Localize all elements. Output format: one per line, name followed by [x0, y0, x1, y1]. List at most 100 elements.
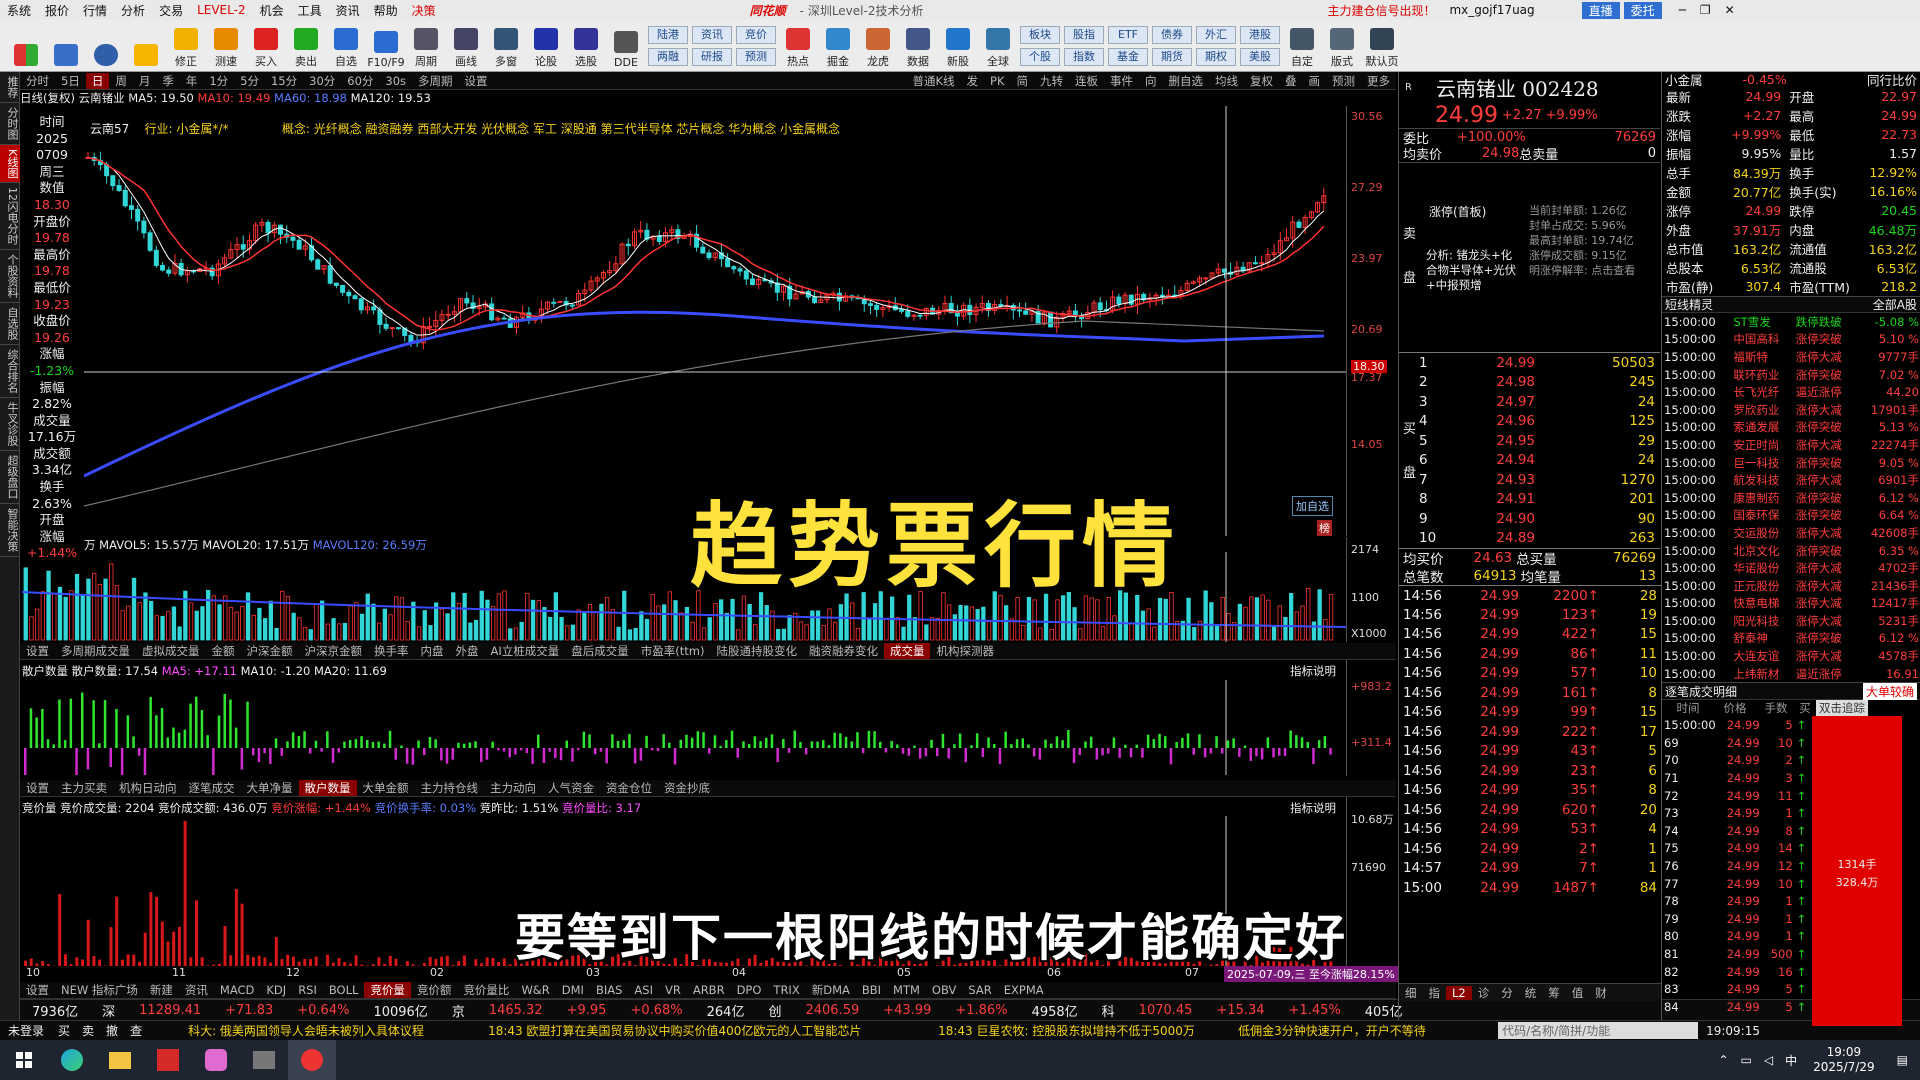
window-icon[interactable]	[240, 1040, 288, 1080]
tonghuashun-icon[interactable]	[288, 1040, 336, 1080]
quote-tab[interactable]: 值	[1566, 985, 1590, 1001]
big-order-button[interactable]: 大单较确	[1862, 682, 1917, 700]
chart-tool[interactable]: 预测	[1326, 73, 1361, 89]
news-item-1[interactable]: 科大: 俄美两国领导人会晤未被列入具体议程	[148, 1022, 478, 1039]
period-tab[interactable]: 分时	[20, 73, 55, 89]
sell-quick[interactable]: 卖	[76, 1022, 100, 1039]
news-item-3[interactable]: 18:43 巨星农牧: 控股股东拟增持不低于5000万	[938, 1022, 1238, 1039]
chart-tool[interactable]: 向	[1139, 73, 1163, 89]
buy-level[interactable]: 6 24.94 24	[1417, 451, 1657, 471]
menu-item[interactable]: 决策	[405, 2, 443, 19]
indicator-tab[interactable]: 设置	[20, 780, 55, 796]
volume-icon[interactable]: ◁	[1758, 1053, 1779, 1067]
buy-level[interactable]: 5 24.95 29	[1417, 431, 1657, 451]
indicator-tab[interactable]: MTM	[887, 983, 926, 997]
sprite-row[interactable]: 15:00:00 长飞光纤 逼近涨停 44.20	[1662, 383, 1920, 401]
indicator-tab[interactable]: 主力买卖	[55, 780, 113, 796]
taskbar-clock[interactable]: 19:09 2025/7/29	[1803, 1045, 1885, 1075]
folder-icon[interactable]	[96, 1040, 144, 1080]
sprite-row[interactable]: 15:00:00 舒泰神 涨停突破 6.12 %	[1662, 630, 1920, 648]
toolbar-button[interactable]: 多窗	[486, 21, 526, 71]
indicator-tab[interactable]: 盘后成交量	[565, 643, 635, 659]
restore-icon[interactable]: ❐	[1693, 3, 1718, 17]
indicator-tab[interactable]: 成交量	[883, 643, 931, 659]
indicator-tab[interactable]: 机构日动向	[113, 780, 183, 796]
chart-tool[interactable]: 事件	[1104, 73, 1139, 89]
sprite-row[interactable]: 15:00:00 中国高科 涨停突破 5.10 %	[1662, 331, 1920, 349]
query-quick[interactable]: 查	[124, 1022, 148, 1039]
edge-icon[interactable]	[48, 1040, 96, 1080]
minimize-icon[interactable]: ─	[1672, 3, 1693, 17]
indicator-tab[interactable]: 人气资金	[542, 780, 600, 796]
sprite-row[interactable]: 15:00:00 联环药业 涨停突破 7.02 %	[1662, 366, 1920, 384]
indicator-tab[interactable]: 新DMA	[806, 982, 856, 998]
left-nav-item[interactable]: 智能决策	[0, 504, 20, 558]
sprite-row[interactable]: 15:00:00 北京文化 涨停突破 6.35 %	[1662, 542, 1920, 560]
toolbar-button[interactable]: 默认页	[1362, 21, 1402, 71]
menu-item[interactable]: 工具	[291, 2, 329, 19]
period-tab[interactable]: 5日	[55, 73, 86, 89]
indicator-tab[interactable]: BBI	[856, 983, 887, 997]
indicator-tab[interactable]: KDJ	[260, 983, 292, 997]
sprite-title[interactable]: 短线精灵	[1665, 296, 1713, 313]
sprite-filter[interactable]: 全部A股	[1873, 296, 1917, 313]
user-name[interactable]: mx_gojf17uag	[1442, 3, 1541, 17]
toolbar-button[interactable]: 掘金	[818, 21, 858, 71]
buy-level[interactable]: 8 24.91 201	[1417, 490, 1657, 510]
indicator-tab[interactable]: AI立桩成交量	[485, 643, 566, 659]
notification-icon[interactable]: ▤	[1885, 1053, 1920, 1067]
chart-tool[interactable]: 普通K线	[906, 73, 960, 89]
quote-tab[interactable]: 指	[1423, 985, 1447, 1001]
indicator-tab[interactable]: 大单金额	[357, 780, 415, 796]
period-tab[interactable]: 60分	[341, 73, 379, 89]
sprite-row[interactable]: 15:00:00 航发科技 涨停大减 6901手	[1662, 471, 1920, 489]
indicator-tab[interactable]: 金额	[206, 643, 241, 659]
toolbar-button[interactable]: 选股	[566, 21, 606, 71]
toolbar-button[interactable]: 全球	[978, 21, 1018, 71]
period-tab[interactable]: 设置	[459, 73, 494, 89]
indicator-tab[interactable]: VR	[659, 983, 687, 997]
toolbar-button[interactable]: 卖出	[286, 21, 326, 71]
quote-tab[interactable]: 财	[1589, 985, 1613, 1001]
auction-explain[interactable]: 指标说明	[1290, 800, 1336, 816]
indicator-tab[interactable]: 主力动向	[484, 780, 542, 796]
menu-item[interactable]: 资讯	[329, 2, 367, 19]
period-tab[interactable]: 季	[156, 73, 180, 89]
live-button[interactable]: 直播	[1581, 1, 1620, 19]
indicator-tab[interactable]: BOLL	[323, 983, 365, 997]
buy-level[interactable]: 10 24.89 263	[1417, 529, 1657, 549]
lock-5[interactable]: 明涨停解率: 点击查看	[1529, 263, 1635, 278]
indicator-tab[interactable]: NEW 指标广场	[55, 982, 144, 998]
sprite-row[interactable]: 15:00:00 康惠制药 涨停突破 6.12 %	[1662, 489, 1920, 507]
left-nav-item[interactable]: 超级盘口	[0, 451, 20, 505]
tool-etf[interactable]: ETF	[1108, 26, 1148, 44]
period-tab[interactable]: 周	[109, 73, 133, 89]
buy-level[interactable]: 4 24.96 125	[1417, 412, 1657, 432]
retail-chart[interactable]	[22, 680, 1346, 775]
left-nav-item[interactable]: 分时图	[0, 103, 20, 145]
back-button[interactable]	[126, 21, 166, 71]
indicator-tab[interactable]: 机构探测器	[930, 643, 1000, 659]
indicator-tab[interactable]: 多周期成交量	[55, 643, 136, 659]
left-nav-item[interactable]: 个股资料	[0, 250, 20, 304]
big-order-bar[interactable]: 1314手 328.4万	[1812, 716, 1902, 1027]
tool-options[interactable]: 期权	[1196, 48, 1236, 66]
menu-item[interactable]: 机会	[253, 2, 291, 19]
sprite-row[interactable]: 15:00:00 福斯特 涨停大减 9777手	[1662, 348, 1920, 366]
buy-level[interactable]: 1 24.99 50503	[1417, 353, 1657, 373]
tool-index[interactable]: 指数	[1064, 48, 1104, 66]
menu-item[interactable]: 交易	[152, 2, 190, 19]
tool-index-fut[interactable]: 股指	[1064, 26, 1104, 44]
add-favorite-button[interactable]: 加自选	[1292, 496, 1333, 516]
menu-item[interactable]: 系统	[0, 2, 38, 19]
period-tab[interactable]: 日	[85, 72, 110, 89]
track-button[interactable]: 双击追踪	[1816, 700, 1868, 717]
alert-text[interactable]: 主力建仓信号出现！	[1320, 2, 1442, 19]
chart-tool[interactable]: 均线	[1209, 73, 1244, 89]
indicator-tab[interactable]: 资讯	[179, 982, 214, 998]
indicator-tab[interactable]: TRIX	[767, 983, 805, 997]
chart-tool[interactable]: 连板	[1069, 73, 1104, 89]
tool-research[interactable]: 研报	[692, 48, 732, 66]
chart-tool[interactable]: 叠	[1279, 73, 1303, 89]
toolbar-button[interactable]: 周期	[406, 21, 446, 71]
